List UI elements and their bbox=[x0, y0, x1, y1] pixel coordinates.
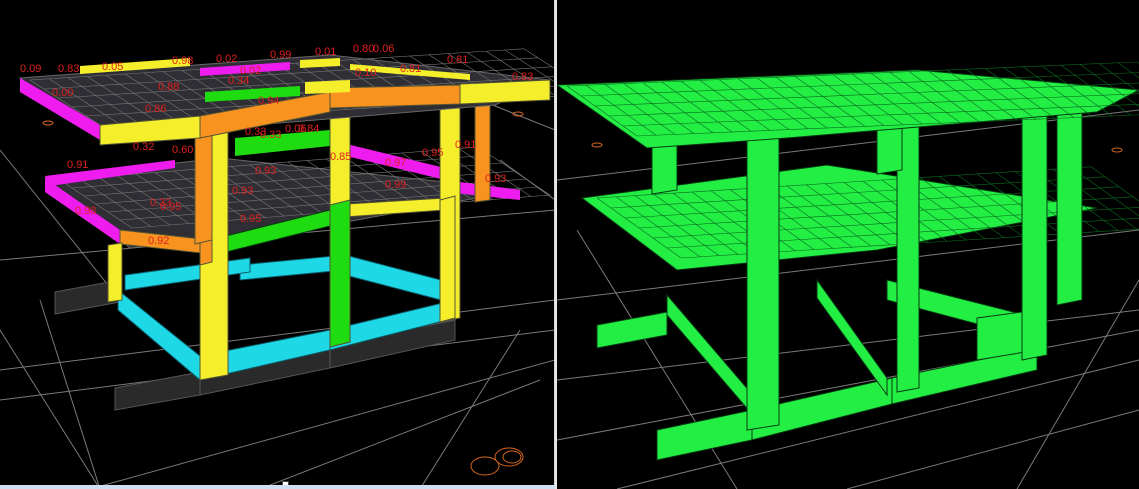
stress-ratio-label: 0.99 bbox=[270, 49, 291, 61]
stress-ratio-label: 0.91 bbox=[67, 159, 88, 171]
stress-ratio-label: 0.93 bbox=[232, 185, 253, 197]
stress-ratio-label: 0.83 bbox=[512, 71, 533, 83]
stress-ratio-label: 0.85 bbox=[330, 151, 351, 163]
structural-model bbox=[557, 61, 1139, 489]
left-analysis-viewport[interactable]: 0.83 0.05 0.98 0.02 0.99 0.01 0.80 0.06 0.81 0.09… bbox=[0, 0, 555, 489]
right-model-viewport[interactable] bbox=[557, 0, 1139, 489]
stress-ratio-label: 0.81 bbox=[447, 54, 468, 66]
stress-ratio-label: 0.05 bbox=[102, 61, 123, 73]
stress-ratio-label: 0.91 bbox=[455, 139, 476, 151]
stress-ratio-label: 0.88 bbox=[158, 81, 179, 93]
stress-ratio-label: 0.02 bbox=[216, 53, 237, 65]
stress-ratio-label: 0.93 bbox=[485, 173, 506, 185]
stress-ratio-label: 0.81 bbox=[400, 63, 421, 75]
stress-ratio-label: 0.86 bbox=[145, 103, 166, 115]
stress-ratio-model: 0.83 0.05 0.98 0.02 0.99 0.01 0.800.06 0.81 0.09… bbox=[0, 43, 554, 485]
stress-ratio-label: 0.93 bbox=[255, 165, 276, 177]
stress-ratio-label: 0.83 bbox=[58, 63, 79, 75]
stress-ratio-label: 0.09 bbox=[20, 63, 41, 75]
ground-grid bbox=[557, 109, 1139, 489]
stress-ratio-label: 0.99 bbox=[385, 179, 406, 191]
stress-ratio-label: 0.95 bbox=[160, 201, 181, 213]
stress-ratio-label: 0.98 bbox=[172, 55, 193, 67]
stress-ratio-label: 0.92 bbox=[148, 235, 169, 247]
stress-ratio-label: 0.06 bbox=[373, 43, 394, 55]
stress-ratio-label: 0.98 bbox=[75, 205, 96, 217]
stress-ratio-label: 0.60 bbox=[172, 144, 193, 156]
stress-ratio-label: 0.32 bbox=[133, 141, 154, 153]
roof-slab bbox=[557, 61, 1139, 149]
stress-ratio-label: 0.10 bbox=[355, 67, 376, 79]
stress-ratio-label: 0.95 bbox=[422, 147, 443, 159]
stress-ratio-label: 0.80 bbox=[353, 43, 374, 55]
stress-ratio-label: 0.00 bbox=[52, 87, 73, 99]
stress-ratio-label: 0.95 bbox=[240, 213, 261, 225]
stress-ratio-label: 0.02 bbox=[240, 65, 261, 77]
stress-ratio-label: 0.97 bbox=[385, 157, 406, 169]
stress-ratio-label: 0.94 bbox=[258, 95, 279, 107]
stress-ratio-label: 0.01 bbox=[315, 46, 336, 58]
stress-ratio-label: 0.84 bbox=[298, 123, 319, 135]
stress-ratio-label: 0.33 bbox=[260, 129, 281, 141]
